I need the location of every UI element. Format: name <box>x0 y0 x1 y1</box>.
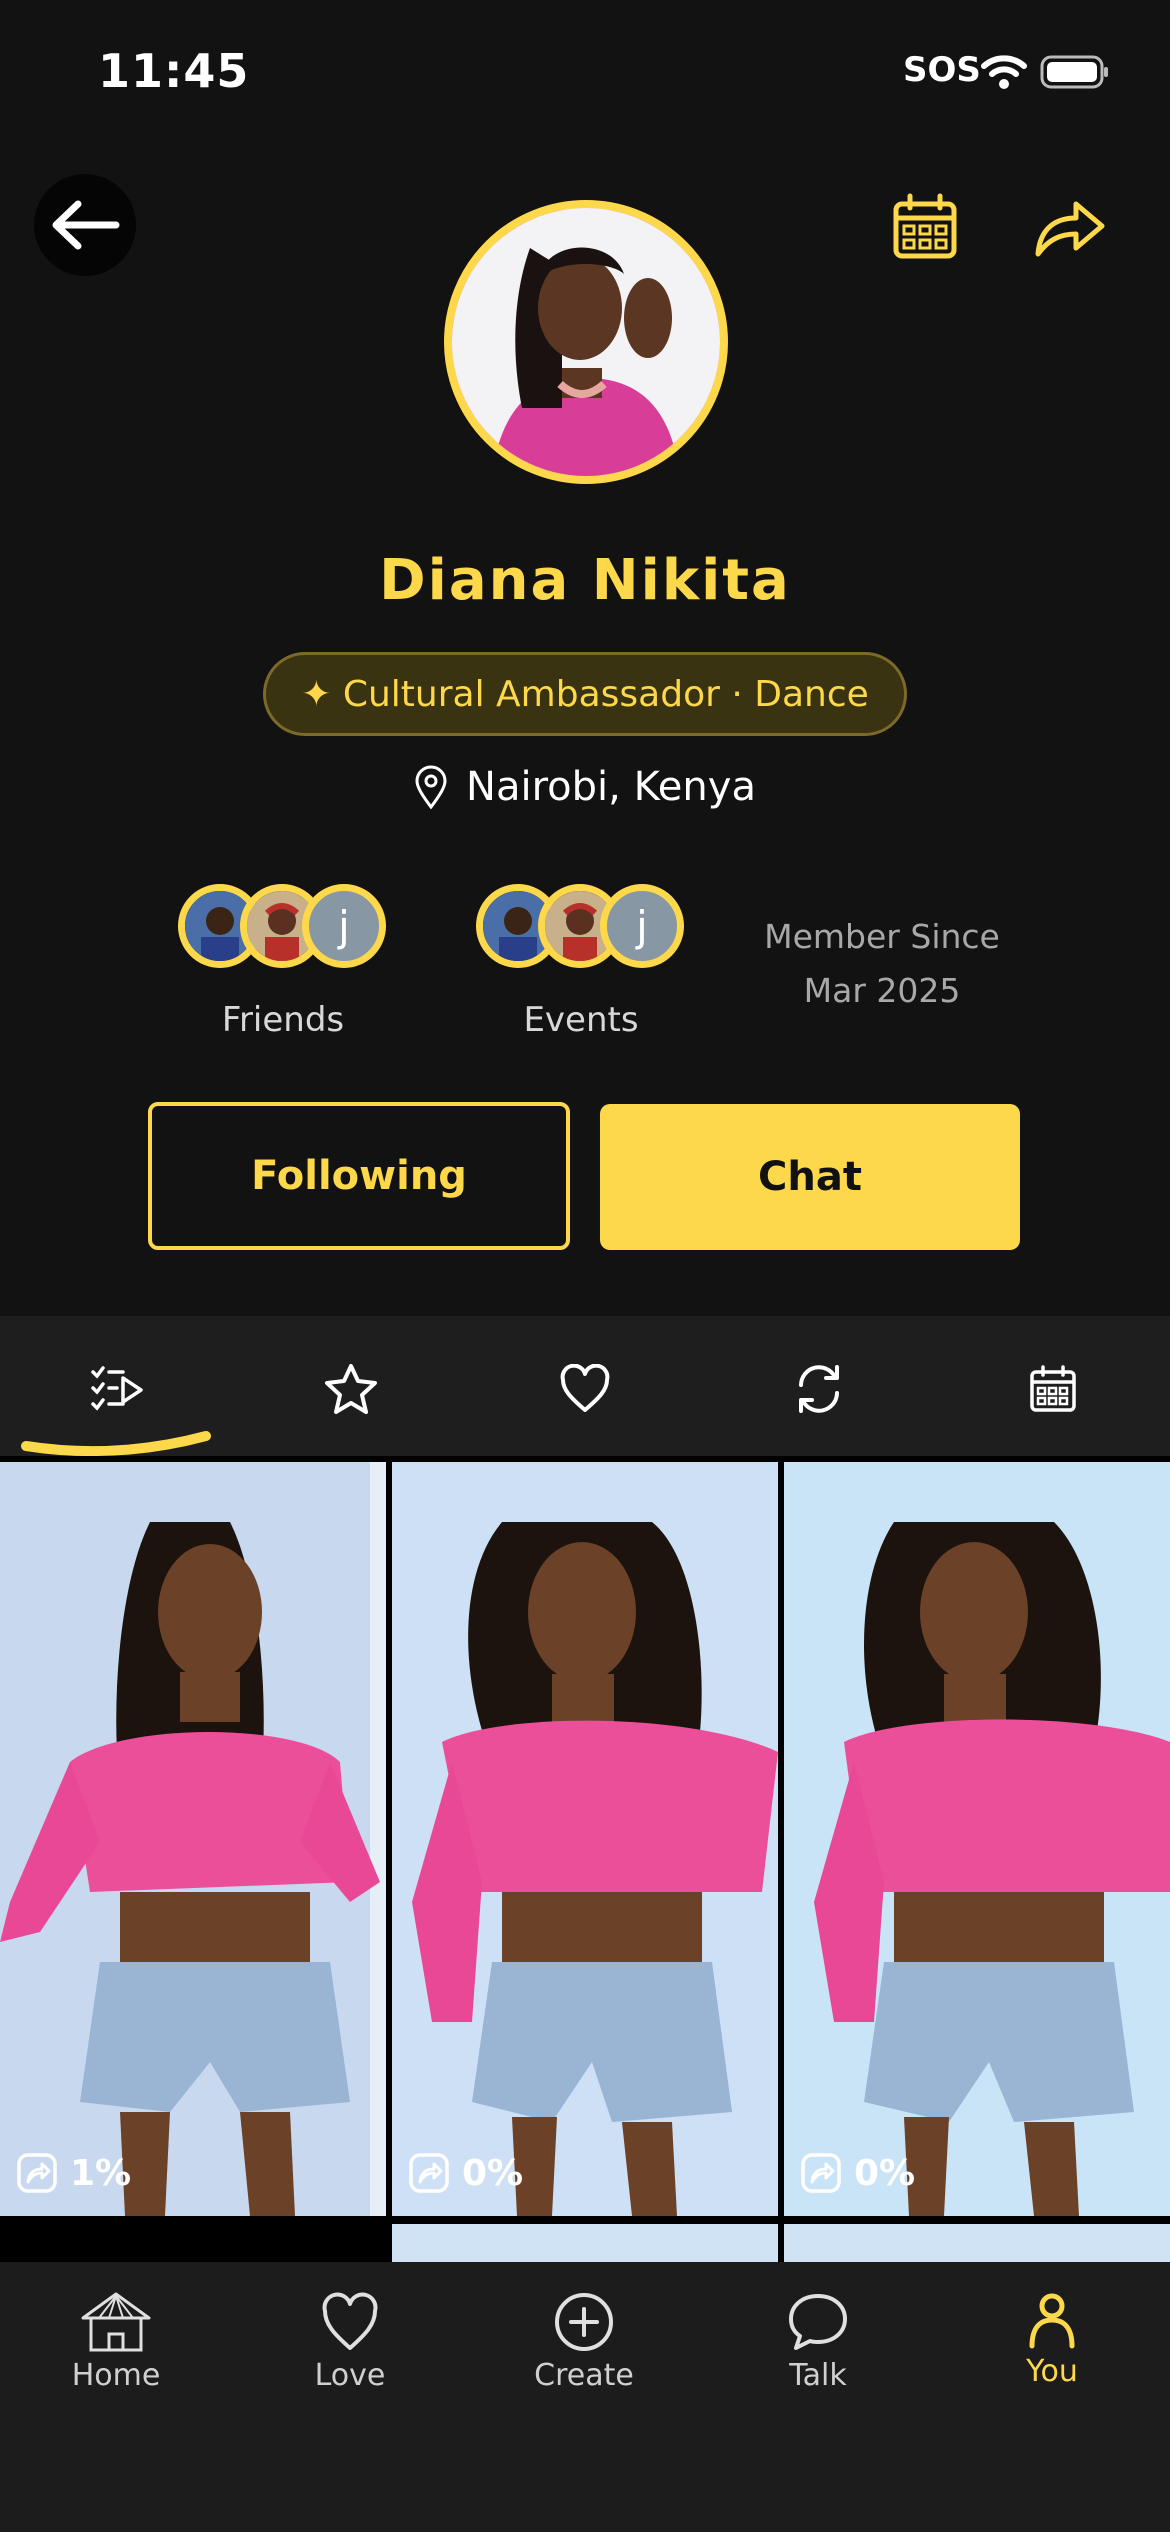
nav-you[interactable]: You <box>962 2290 1142 2389</box>
tab-reposts[interactable] <box>784 1354 854 1424</box>
post-thumbnail[interactable]: 1% <box>0 1462 386 2216</box>
profile-photo <box>452 208 720 476</box>
post-thumbnail[interactable]: 0% <box>784 1462 1170 2216</box>
role-badge-label: ✦ Cultural Ambassador · Dance <box>301 673 869 715</box>
calendar-tab-icon <box>1030 1365 1076 1412</box>
dance-video-thumbnail <box>392 1462 778 2216</box>
nav-love-label: Love <box>314 2358 386 2393</box>
back-button[interactable] <box>34 174 136 276</box>
chat-bubble-icon <box>789 2294 847 2350</box>
chat-button[interactable]: Chat <box>600 1104 1020 1250</box>
calendar-icon[interactable] <box>890 192 960 262</box>
nav-home[interactable]: Home <box>26 2290 206 2393</box>
location: Nairobi, Kenya <box>0 764 1170 810</box>
person-icon <box>1029 2293 1075 2349</box>
share-square-icon <box>801 2153 841 2193</box>
heart-icon <box>560 1364 610 1412</box>
share-stat: 0% <box>800 2152 915 2194</box>
nav-love[interactable]: Love <box>260 2290 440 2393</box>
events-label[interactable]: Events <box>476 1000 686 1040</box>
nav-talk[interactable]: Talk <box>728 2290 908 2393</box>
member-since: Member Since Mar 2025 <box>740 910 1024 1018</box>
profile-name: Diana Nikita <box>379 548 791 613</box>
share-stat: 1% <box>16 2152 131 2194</box>
plus-circle-icon <box>555 2293 613 2351</box>
post-thumbnail-partial[interactable] <box>784 2224 1170 2262</box>
tab-likes[interactable] <box>550 1354 620 1424</box>
friends-label[interactable]: Friends <box>178 1000 388 1040</box>
location-text: Nairobi, Kenya <box>466 764 756 810</box>
member-since-date: Mar 2025 <box>803 971 961 1010</box>
role-badge: ✦ Cultural Ambassador · Dance <box>263 652 907 736</box>
share-percent: 1% <box>70 2152 132 2194</box>
nav-create[interactable]: Create <box>494 2290 674 2393</box>
hut-icon <box>81 2292 151 2352</box>
share-percent: 0% <box>854 2152 916 2194</box>
active-tab-underline <box>21 1431 211 1457</box>
dance-video-thumbnail <box>784 1462 1170 2216</box>
following-button[interactable]: Following <box>148 1102 570 1250</box>
nav-create-label: Create <box>534 2358 634 2393</box>
playlist-icon <box>91 1366 143 1411</box>
friend-avatar-initial: j <box>302 884 386 968</box>
share-stat: 0% <box>408 2152 523 2194</box>
nav-talk-label: Talk <box>789 2358 847 2393</box>
repost-icon <box>799 1365 839 1413</box>
share-percent: 0% <box>462 2152 524 2194</box>
share-icon[interactable] <box>1030 192 1108 262</box>
nav-home-label: Home <box>71 2358 161 2393</box>
battery-icon <box>1040 55 1108 89</box>
post-thumbnail[interactable]: 0% <box>392 1462 778 2216</box>
arrow-left-icon <box>52 200 120 250</box>
post-thumbnail-partial[interactable] <box>392 2224 778 2262</box>
event-avatar-initial: j <box>600 884 684 968</box>
location-pin-icon <box>415 765 447 809</box>
status-time: 11:45 <box>98 44 250 98</box>
profile-avatar[interactable] <box>444 200 728 484</box>
member-since-label: Member Since <box>764 917 1000 956</box>
share-square-icon <box>17 2153 57 2193</box>
tab-events[interactable] <box>1018 1354 1088 1424</box>
share-square-icon <box>409 2153 449 2193</box>
heart-nav-icon <box>322 2292 378 2350</box>
friends-avatars[interactable]: j <box>178 884 388 968</box>
nav-you-label: You <box>1026 2354 1078 2389</box>
status-carrier: SOS <box>903 50 981 90</box>
tab-favorites[interactable] <box>316 1354 386 1424</box>
star-icon <box>325 1364 377 1414</box>
wifi-icon <box>981 55 1027 89</box>
events-avatars[interactable]: j <box>476 884 686 968</box>
tab-posts[interactable] <box>82 1354 152 1424</box>
dance-video-thumbnail <box>0 1462 386 2216</box>
